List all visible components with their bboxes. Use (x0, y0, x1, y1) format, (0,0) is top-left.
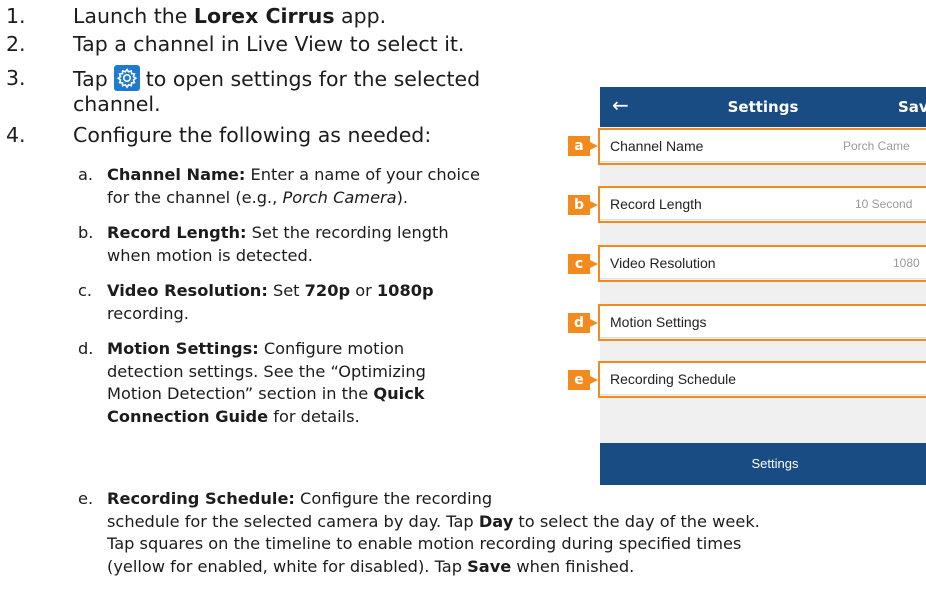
substep-line: Configure the recording (294, 489, 493, 508)
phone-footer: Settings (600, 443, 926, 485)
substep-line: for details. (268, 406, 360, 426)
substep-line: Tap squares on the timeline to enable mo… (107, 534, 742, 553)
substep-title: Video Resolution: (107, 281, 268, 300)
resolution-720: 720p (304, 281, 351, 300)
substep-line: when finished. (511, 556, 635, 576)
highlight-box-c (598, 245, 926, 282)
step-text: Configure the following as needed: (73, 123, 432, 147)
substep-line: to select the day of the week. (513, 511, 760, 531)
substep-line: for the channel (e.g., (107, 187, 283, 207)
callout-b: b (568, 195, 598, 215)
step-text: Tap to open settings for the selected (73, 65, 480, 92)
substep-line: Enter a name of your choice (245, 165, 480, 184)
highlight-box-b (598, 186, 926, 223)
step-text-pre: Launch the (73, 4, 194, 28)
phone-header: ← Settings Sav (600, 87, 926, 127)
phone-title: Settings (727, 98, 799, 116)
instructions-page: 1. Launch the Lorex Cirrus app. 2. Tap a… (0, 0, 926, 589)
callout-a: a (568, 136, 598, 156)
substep-line: ). (396, 187, 409, 207)
callout-d: d (568, 313, 598, 333)
substep-letter: b. (78, 223, 94, 242)
substep-body: Record Length: Set the recording length w… (107, 222, 449, 267)
app-name: Lorex Cirrus (193, 4, 335, 28)
step-text: Launch the Lorex Cirrus app. (73, 3, 386, 29)
substep-body: Motion Settings: Configure motion detecti… (107, 338, 426, 428)
substep-body: Channel Name: Enter a name of your choic… (107, 164, 480, 209)
substep-title: Channel Name: (107, 165, 246, 184)
substep-line: Set the recording length (246, 223, 449, 242)
substep-line: schedule for the selected camera by day.… (107, 511, 479, 531)
save-button[interactable]: Sav (898, 98, 926, 116)
substep-letter: c. (78, 281, 93, 300)
highlight-box-e (598, 361, 926, 398)
resolution-1080: 1080p (376, 281, 434, 300)
step-number: 1. (6, 4, 26, 28)
callout-e: e (568, 370, 598, 390)
footer-label: Settings (751, 456, 799, 471)
substep-title: Recording Schedule: (107, 489, 295, 508)
substep-title: Record Length: (107, 223, 247, 242)
substep-body: Video Resolution: Set 720p or 1080p recor… (107, 280, 434, 325)
guide-name: Connection Guide (107, 406, 269, 426)
guide-name: Quick (373, 384, 425, 403)
substep-line: when motion is detected. (107, 245, 313, 265)
step-number: 3. (6, 66, 26, 90)
step-text: Tap a channel in Live View to select it. (73, 32, 465, 56)
gear-icon (113, 65, 140, 91)
step-text-pre: Tap (73, 67, 108, 91)
substep-letter: e. (78, 489, 94, 508)
example-name: Porch Camera (282, 187, 397, 207)
step-number: 4. (6, 123, 26, 147)
substep-line: recording. (107, 303, 189, 323)
save-keyword: Save (467, 556, 512, 576)
substep-line: Motion Detection” section in the (107, 384, 374, 403)
substep-letter: a. (78, 165, 94, 184)
step-number: 2. (6, 32, 26, 56)
substep-line: detection settings. See the “Optimizing (107, 361, 426, 381)
substep-letter: d. (78, 339, 94, 358)
substep-body: Recording Schedule: Configure the record… (107, 488, 760, 578)
day-keyword: Day (478, 511, 514, 531)
substep-line: Set (267, 281, 305, 300)
substep-title: Motion Settings: (107, 339, 259, 358)
highlight-box-d (598, 304, 926, 341)
step-text-post: app. (334, 4, 387, 28)
step-text-cont: channel. (73, 92, 161, 116)
substep-line: Configure motion (258, 339, 405, 358)
substep-line: (yellow for enabled, white for disabled)… (107, 556, 468, 576)
callout-c: c (568, 254, 598, 274)
highlight-box-a (598, 128, 926, 165)
substep-line: or (350, 281, 377, 300)
step-text-post: to open settings for the selected (145, 67, 481, 91)
